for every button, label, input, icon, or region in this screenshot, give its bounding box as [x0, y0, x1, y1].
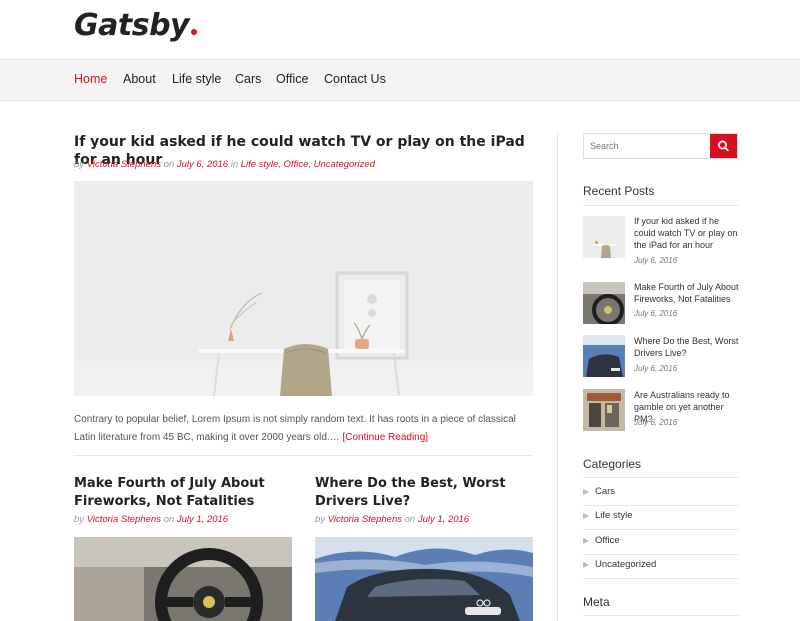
- post-date-link[interactable]: July 1, 2016: [177, 514, 228, 525]
- post-date-link[interactable]: July 1, 2016: [418, 514, 469, 525]
- recent-post-thumbnail[interactable]: [583, 389, 625, 431]
- meta-on: on: [404, 514, 416, 525]
- categories-title: Categories: [583, 457, 642, 471]
- search-button[interactable]: [710, 134, 737, 158]
- grid-post-title[interactable]: Where Do the Best, Worst Drivers Live?: [315, 475, 535, 511]
- featured-post-image[interactable]: [74, 181, 533, 396]
- search-icon: [717, 140, 729, 152]
- chevron-right-icon: ▶: [583, 511, 590, 520]
- post-categories-link[interactable]: Life style, Office, Uncategorized: [241, 159, 375, 170]
- post-author-link[interactable]: Victoria Stephens: [87, 514, 161, 525]
- nav-item-life-style[interactable]: Life style: [172, 72, 221, 86]
- widget-divider: [583, 615, 739, 616]
- meta-widget-title: Meta: [583, 595, 610, 609]
- featured-post-meta: by Victoria Stephens on July 6, 2016 in …: [74, 159, 375, 170]
- post-author-link[interactable]: Victoria Stephens: [328, 514, 402, 525]
- meta-on: on: [163, 514, 175, 525]
- grid-post-meta: by Victoria Stephens on July 1, 2016: [315, 514, 469, 525]
- recent-post-date: July 6, 2016: [634, 256, 678, 265]
- post-divider: [74, 455, 533, 456]
- steering-wheel-thumbnail: [583, 282, 625, 324]
- recent-post-thumbnail[interactable]: [583, 282, 625, 324]
- category-label: Cars: [595, 486, 616, 497]
- excerpt-text: Contrary to popular belief, Lorem Ipsum …: [74, 414, 516, 443]
- recent-post-thumbnail[interactable]: [583, 335, 625, 377]
- grid-post-title[interactable]: Make Fourth of July About Fireworks, Not…: [74, 475, 294, 511]
- steering-wheel-photo: [74, 537, 292, 621]
- nav-item-about[interactable]: About: [123, 72, 156, 86]
- meta-on: on: [163, 159, 175, 170]
- main-nav: Home About Life style Cars Office Contac…: [0, 59, 800, 101]
- meta-by: by: [74, 159, 85, 170]
- category-item-cars[interactable]: ▶ Cars: [583, 482, 739, 506]
- chevron-right-icon: ▶: [583, 487, 590, 496]
- post-author-link[interactable]: Victoria Stephens: [87, 159, 161, 170]
- site-title[interactable]: Gatsby: [74, 8, 190, 43]
- featured-post-excerpt: Contrary to popular belief, Lorem Ipsum …: [74, 411, 534, 447]
- nav-item-office[interactable]: Office: [276, 72, 308, 86]
- car-thumbnail: [583, 335, 625, 377]
- grid-post-image[interactable]: [74, 537, 292, 621]
- chevron-right-icon: ▶: [583, 536, 590, 545]
- widget-divider: [583, 205, 739, 206]
- category-item-life-style[interactable]: ▶ Life style: [583, 506, 739, 530]
- continue-reading-link[interactable]: [Continue Reading]: [342, 432, 428, 443]
- recent-post-thumbnail[interactable]: [583, 216, 625, 258]
- search-input[interactable]: [584, 134, 711, 158]
- search-form: [583, 133, 738, 159]
- car-photo: [315, 537, 533, 621]
- meta-by: by: [74, 514, 85, 525]
- recent-posts-title: Recent Posts: [583, 184, 655, 198]
- post-date-link[interactable]: July 6, 2016: [177, 159, 228, 170]
- recent-post-date: July 6, 2016: [634, 418, 678, 427]
- recent-post-title[interactable]: If your kid asked if he could watch TV o…: [634, 215, 740, 251]
- grid-post-meta: by Victoria Stephens on July 1, 2016: [74, 514, 228, 525]
- recent-post-title[interactable]: Make Fourth of July About Fireworks, Not…: [634, 281, 740, 305]
- grid-post-image[interactable]: [315, 537, 533, 621]
- recent-post-title[interactable]: Where Do the Best, Worst Drivers Live?: [634, 335, 740, 359]
- logo-dot: [191, 29, 198, 35]
- nav-item-contact-us[interactable]: Contact Us: [324, 72, 386, 86]
- category-label: Uncategorized: [595, 559, 657, 570]
- nav-item-cars[interactable]: Cars: [235, 72, 261, 86]
- nav-item-home[interactable]: Home: [74, 72, 107, 86]
- recent-post-date: July 6, 2016: [634, 364, 678, 373]
- desk-photo: [74, 181, 533, 396]
- meta-in: in: [230, 159, 239, 170]
- desk-thumbnail: [583, 216, 625, 258]
- site-header: Gatsby: [0, 0, 800, 59]
- category-label: Office: [595, 535, 620, 546]
- category-label: Life style: [595, 510, 633, 521]
- recent-post-date: July 6, 2016: [634, 309, 678, 318]
- sidebar-divider: [557, 133, 558, 621]
- site-logo[interactable]: Gatsby: [74, 8, 198, 43]
- widget-divider: [583, 477, 739, 478]
- category-item-uncategorized[interactable]: ▶ Uncategorized: [583, 555, 739, 579]
- meta-by: by: [315, 514, 326, 525]
- chevron-right-icon: ▶: [583, 560, 590, 569]
- storefront-thumbnail: [583, 389, 625, 431]
- category-item-office[interactable]: ▶ Office: [583, 531, 739, 555]
